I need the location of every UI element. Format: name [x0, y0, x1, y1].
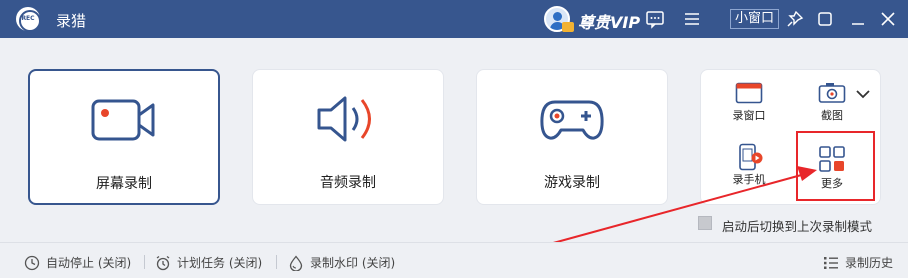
record-phone-label: 录手机 — [732, 173, 766, 186]
phone-icon — [739, 143, 763, 171]
more-highlight-box — [796, 131, 875, 201]
restore-last-mode-label[interactable]: 启动后切换到上次录制模式 — [722, 216, 872, 235]
record-phone-button[interactable]: 录手机 — [714, 143, 784, 187]
mini-window-button[interactable]: 小窗口 — [730, 9, 780, 29]
close-icon[interactable] — [878, 9, 898, 29]
watermark-button[interactable]: 录制水印 (关闭) — [288, 254, 395, 271]
status-bar: 自动停止 (关闭) 计划任务 (关闭) 录制水印 (关闭) 录制历史 — [0, 242, 908, 278]
app-logo-icon: REC — [16, 7, 41, 32]
message-icon[interactable] — [645, 9, 665, 29]
pin-icon[interactable] — [785, 9, 805, 29]
gamepad-icon — [540, 100, 604, 140]
clock-icon — [24, 255, 40, 270]
game-record-label: 游戏录制 — [544, 175, 600, 191]
alarm-clock-icon — [156, 255, 170, 270]
vip-badge-icon — [562, 22, 574, 32]
schedule-button[interactable]: 计划任务 (关闭) — [155, 254, 262, 271]
screen-record-card[interactable]: 屏幕录制 — [28, 69, 220, 205]
status-divider — [276, 255, 277, 269]
list-icon — [824, 256, 838, 269]
restore-last-mode-checkbox[interactable] — [698, 216, 712, 230]
record-window-label: 录窗口 — [732, 109, 766, 122]
history-button[interactable]: 录制历史 — [823, 254, 893, 271]
record-window-button[interactable]: 录窗口 — [714, 82, 784, 123]
screen-record-label: 屏幕录制 — [96, 176, 152, 192]
watermark-drop-icon — [289, 254, 303, 271]
minimize-line-icon[interactable] — [848, 9, 868, 29]
game-record-card[interactable]: 游戏录制 — [476, 69, 668, 205]
schedule-label: 计划任务 (关闭) — [177, 256, 263, 270]
status-divider — [144, 255, 145, 269]
audio-record-label: 音频录制 — [320, 175, 376, 191]
camera-icon — [91, 99, 155, 141]
window-icon — [735, 82, 763, 104]
history-label: 录制历史 — [845, 256, 894, 270]
watermark-label: 录制水印 (关闭) — [310, 256, 396, 270]
menu-icon[interactable] — [682, 9, 702, 29]
auto-stop-label: 自动停止 (关闭) — [46, 256, 132, 270]
chevron-down-icon[interactable] — [855, 88, 871, 100]
audio-record-card[interactable]: 音频录制 — [252, 69, 444, 205]
vip-label[interactable]: 尊贵VIP — [578, 9, 640, 33]
screenshot-camera-icon — [818, 83, 846, 103]
title-bar: REC 录猎 尊贵VIP 小窗口 — [0, 0, 908, 38]
app-logo-text: REC — [21, 15, 35, 22]
app-title: 录猎 — [56, 12, 87, 30]
speaker-icon — [317, 96, 371, 142]
auto-stop-button[interactable]: 自动停止 (关闭) — [24, 254, 131, 271]
screenshot-label: 截图 — [821, 109, 843, 122]
minimize-icon[interactable] — [815, 9, 835, 29]
